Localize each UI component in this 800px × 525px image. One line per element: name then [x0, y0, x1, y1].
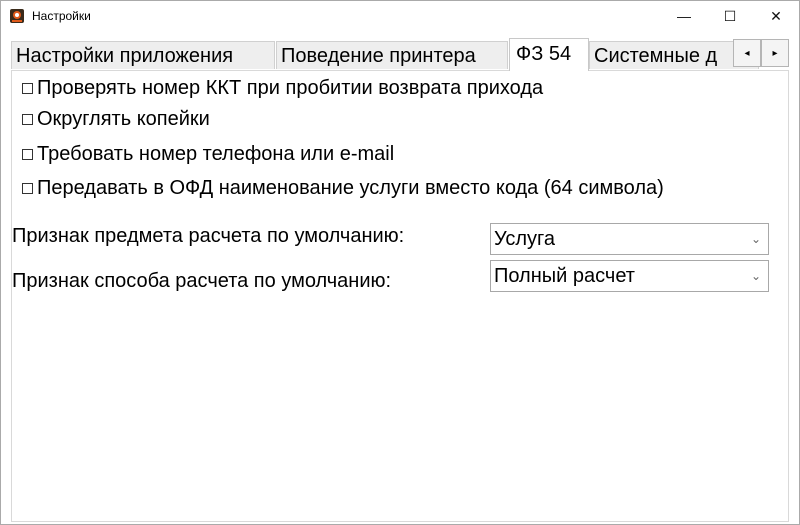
checkbox-row-send-service-name[interactable]: Передавать в ОФД наименование услуги вме…	[22, 175, 664, 201]
chevron-down-icon[interactable]: ⌄	[751, 261, 761, 291]
settings-window: Настройки — ☐ ✕ Настройки приложения Пов…	[0, 0, 800, 525]
app-logo-icon	[10, 9, 24, 23]
checkbox-label: Передавать в ОФД наименование услуги вме…	[37, 176, 664, 199]
title-bar[interactable]: Настройки — ☐ ✕	[1, 1, 799, 31]
fz54-panel: Проверять номер ККТ при пробитии возврат…	[11, 70, 789, 522]
checkbox-label: Проверять номер ККТ при пробитии возврат…	[37, 76, 544, 99]
method-select[interactable]: Полный расчет ⌄	[490, 260, 769, 292]
maximize-button[interactable]: ☐	[707, 1, 753, 31]
tab-fz54[interactable]: ФЗ 54	[509, 38, 589, 71]
method-label: Признак способа расчета по умолчанию:	[12, 270, 392, 292]
tab-app-settings[interactable]: Настройки приложения	[11, 41, 275, 69]
window-title: Настройки	[32, 9, 91, 23]
tab-strip: Настройки приложения Поведение принтера …	[11, 38, 789, 71]
checkbox-row-round-kopecks[interactable]: Округлять копейки	[22, 106, 210, 132]
checkbox-label: Округлять копейки	[37, 107, 210, 130]
checkbox-require-contact[interactable]	[22, 148, 33, 160]
minimize-button[interactable]: —	[661, 1, 707, 31]
checkbox-label: Требовать номер телефона или e-mail	[37, 142, 395, 165]
checkbox-row-require-contact[interactable]: Требовать номер телефона или e-mail	[22, 141, 394, 167]
tab-printer-behavior[interactable]: Поведение принтера	[276, 41, 508, 69]
subject-select-value: Услуга	[494, 228, 556, 250]
subject-select[interactable]: Услуга ⌄	[490, 223, 769, 255]
checkbox-row-check-kkt[interactable]: Проверять номер ККТ при пробитии возврат…	[22, 75, 543, 101]
chevron-down-icon[interactable]: ⌄	[751, 224, 761, 254]
method-select-value: Полный расчет	[494, 265, 635, 287]
checkbox-check-kkt[interactable]	[22, 82, 33, 94]
close-button[interactable]: ✕	[753, 1, 799, 31]
tab-scroll-right-button[interactable]: ▸	[761, 39, 789, 67]
checkbox-round-kopecks[interactable]	[22, 113, 33, 125]
subject-label: Признак предмета расчета по умолчанию:	[12, 225, 405, 247]
checkbox-send-service-name[interactable]	[22, 182, 33, 194]
tab-scroll-left-button[interactable]: ◂	[733, 39, 761, 67]
